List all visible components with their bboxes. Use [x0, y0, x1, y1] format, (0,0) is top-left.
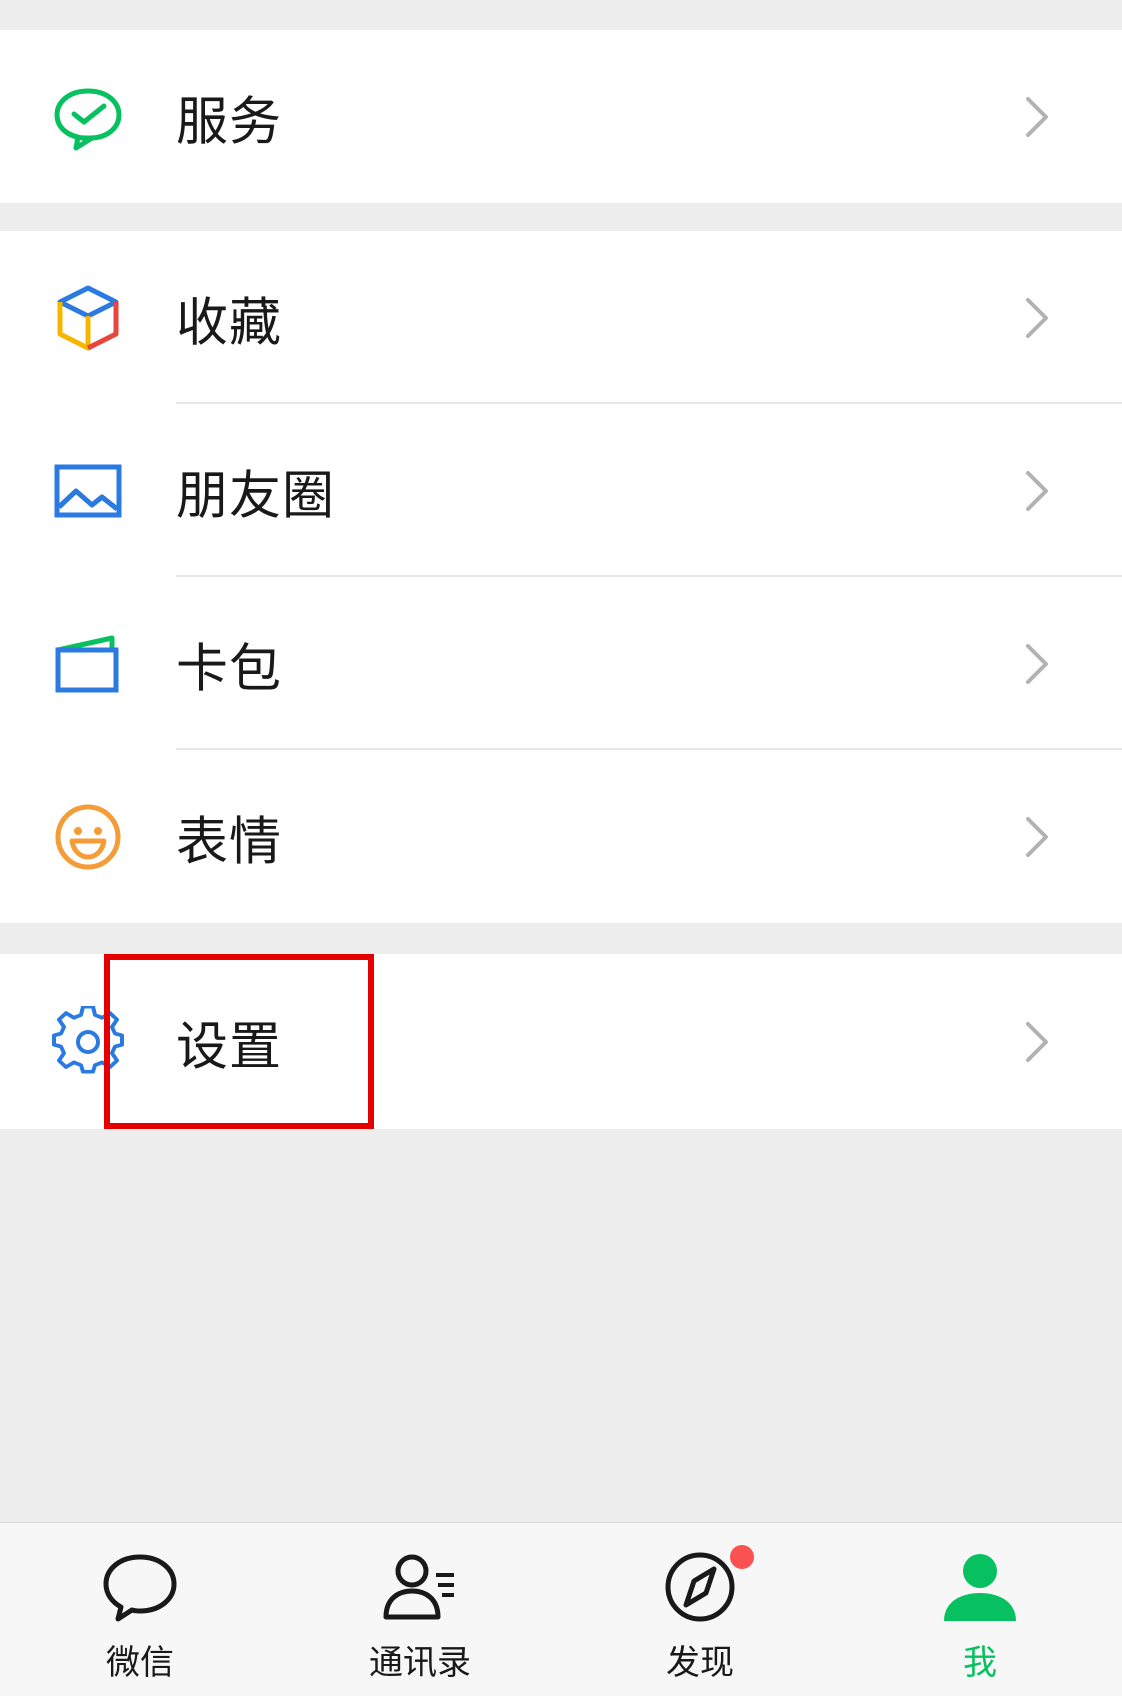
- chat-bubble-icon: [100, 1547, 180, 1627]
- services-group: 服务: [0, 30, 1122, 203]
- me-page: 服务 收藏 朋友圈 卡包 表情 设置 微信 通讯录 发现 我: [0, 0, 1122, 1696]
- wallet-icon: [52, 628, 124, 700]
- chevron-right-icon: [1022, 1020, 1052, 1064]
- favorites-cube-icon: [52, 282, 124, 354]
- tab-discover-label: 发现: [666, 1643, 734, 1683]
- contacts-icon: [380, 1547, 460, 1627]
- favorites-label: 收藏: [176, 293, 283, 353]
- services-label: 服务: [176, 92, 283, 152]
- chevron-right-icon: [1022, 95, 1052, 139]
- smiley-icon: [52, 801, 124, 873]
- compass-icon: [660, 1547, 740, 1627]
- menu-row-moments[interactable]: 朋友圈: [0, 404, 1122, 577]
- image-icon: [52, 455, 124, 527]
- menu-row-favorites[interactable]: 收藏: [0, 231, 1122, 404]
- bottom-tab-bar: 微信 通讯录 发现 我: [0, 1522, 1122, 1696]
- menu-row-stickers[interactable]: 表情: [0, 750, 1122, 923]
- features-group: 收藏 朋友圈 卡包 表情: [0, 231, 1122, 923]
- tab-chats[interactable]: 微信: [40, 1523, 240, 1696]
- tab-me-label: 我: [963, 1643, 997, 1683]
- moments-label: 朋友圈: [176, 466, 336, 526]
- chevron-right-icon: [1022, 469, 1052, 513]
- cards-label: 卡包: [176, 639, 283, 699]
- wechat-pay-icon: [52, 81, 124, 153]
- stickers-label: 表情: [176, 812, 283, 872]
- menu-row-cards[interactable]: 卡包: [0, 577, 1122, 750]
- tab-chats-label: 微信: [106, 1643, 174, 1683]
- chevron-right-icon: [1022, 642, 1052, 686]
- person-icon: [940, 1547, 1020, 1627]
- discover-badge-dot: [730, 1545, 754, 1569]
- tab-me[interactable]: 我: [880, 1523, 1080, 1696]
- tab-contacts[interactable]: 通讯录: [320, 1523, 520, 1696]
- settings-highlight-box: [104, 954, 374, 1129]
- chevron-right-icon: [1022, 296, 1052, 340]
- tab-discover[interactable]: 发现: [600, 1523, 800, 1696]
- menu-row-services[interactable]: 服务: [0, 30, 1122, 203]
- tab-contacts-label: 通讯录: [369, 1643, 471, 1683]
- chevron-right-icon: [1022, 815, 1052, 859]
